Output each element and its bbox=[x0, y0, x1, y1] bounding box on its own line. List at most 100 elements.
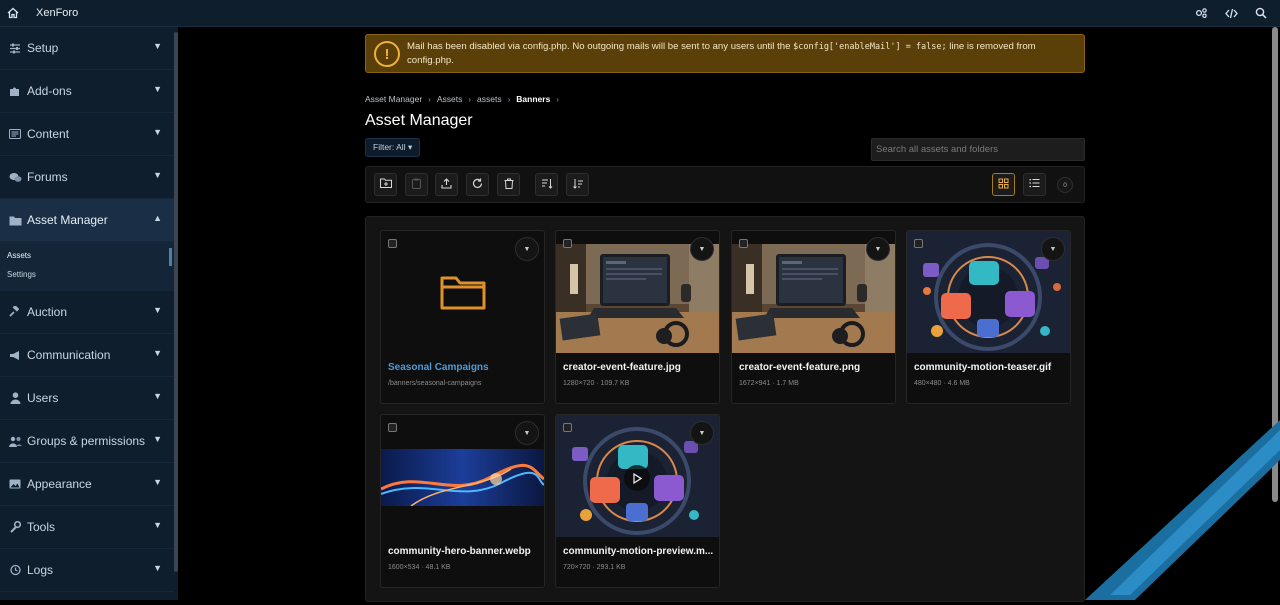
caret-down-icon: ▾ bbox=[407, 142, 413, 152]
card-menu-button[interactable]: ▼ bbox=[690, 421, 714, 445]
asset-name[interactable]: creator-event-feature.png bbox=[739, 362, 860, 373]
sidebar-item-label: Groups & permissions bbox=[27, 434, 146, 448]
asset-name[interactable]: community-hero-banner.webp bbox=[388, 546, 531, 557]
delete-button[interactable] bbox=[497, 173, 520, 196]
chevron-down-icon: ▼ bbox=[153, 477, 162, 487]
breadcrumb: Asset Manager › Assets › assets › Banners › bbox=[365, 94, 1085, 104]
clipboard-icon bbox=[412, 178, 421, 192]
chevron-right-icon: › bbox=[428, 94, 431, 104]
sort-name-button[interactable] bbox=[535, 173, 558, 196]
sidebar-item-asset-manager[interactable]: Asset Manager ▲ bbox=[0, 199, 174, 242]
asset-meta: /banners/seasonal-campaigns bbox=[388, 380, 482, 387]
asset-meta: 720×720 · 293.1 KB bbox=[563, 564, 626, 571]
chevron-down-icon: ▼ bbox=[153, 563, 162, 573]
chevron-down-icon: ▼ bbox=[153, 305, 162, 315]
main-content: ! Mail has been disabled via config.php.… bbox=[365, 27, 1085, 602]
sidebar-item-tools[interactable]: Tools ▼ bbox=[0, 506, 174, 549]
paste-button[interactable] bbox=[405, 173, 428, 196]
asset-name[interactable]: community-motion-preview.m... bbox=[563, 546, 713, 557]
sidebar-item-users[interactable]: Users ▼ bbox=[0, 377, 174, 420]
asset-card-image[interactable]: ▼ bbox=[731, 230, 896, 404]
card-menu-button[interactable]: ▼ bbox=[690, 237, 714, 261]
card-menu-button[interactable]: ▼ bbox=[1041, 237, 1065, 261]
page-scrollbar[interactable] bbox=[1272, 27, 1278, 502]
sidebar: Setup ▼ Add-ons ▼ Content ▼ Forums ▼ Ass… bbox=[0, 27, 178, 600]
sidebar-scrollbar[interactable] bbox=[174, 32, 178, 572]
play-icon[interactable] bbox=[624, 465, 650, 491]
filter-dropdown[interactable]: Filter: All ▾ bbox=[365, 138, 421, 157]
sidebar-item-setup[interactable]: Setup ▼ bbox=[0, 27, 174, 70]
sidebar-item-appearance[interactable]: Appearance ▼ bbox=[0, 463, 174, 506]
chevron-down-icon: ▼ bbox=[153, 84, 162, 94]
sidebar-item-groups-permissions[interactable]: Groups & permissions ▼ bbox=[0, 420, 174, 463]
upload-button[interactable] bbox=[435, 173, 458, 196]
folder-plus-icon bbox=[379, 178, 392, 191]
asset-name[interactable]: community-motion-teaser.gif bbox=[914, 362, 1051, 373]
page-title: Asset Manager bbox=[365, 112, 473, 129]
breadcrumb-item[interactable]: Assets bbox=[437, 94, 463, 104]
asset-card-folder[interactable]: ▼ Seasonal Campaigns /banners/seasonal-c… bbox=[380, 230, 545, 404]
select-checkbox[interactable] bbox=[914, 239, 923, 248]
image-thumbnail bbox=[381, 449, 544, 506]
asset-name[interactable]: Seasonal Campaigns bbox=[388, 362, 489, 373]
select-checkbox[interactable] bbox=[388, 423, 397, 432]
card-menu-button[interactable]: ▼ bbox=[515, 237, 539, 261]
search-input[interactable] bbox=[871, 138, 1085, 161]
grid-view-button[interactable] bbox=[992, 173, 1015, 196]
puzzle-icon bbox=[8, 84, 22, 98]
sidebar-item-logs[interactable]: Logs ▼ bbox=[0, 549, 174, 592]
history-icon bbox=[8, 563, 22, 577]
card-menu-button[interactable]: ▼ bbox=[515, 421, 539, 445]
sort-descending-icon bbox=[572, 178, 584, 192]
chevron-right-icon: › bbox=[556, 94, 559, 104]
brand-title[interactable]: XenForo bbox=[36, 7, 78, 19]
code-icon[interactable] bbox=[1220, 2, 1242, 24]
chevron-down-icon: ▼ bbox=[153, 434, 162, 444]
top-bar: XenForo bbox=[0, 0, 1280, 27]
wrench-icon bbox=[8, 520, 22, 534]
chevron-right-icon: › bbox=[468, 94, 472, 104]
sidebar-subitem-settings[interactable]: Settings bbox=[0, 265, 174, 284]
sidebar-item-auction[interactable]: Auction ▼ bbox=[0, 291, 174, 334]
select-checkbox[interactable] bbox=[388, 239, 397, 248]
chevron-up-icon: ▲ bbox=[153, 213, 162, 223]
chevron-down-icon: ▼ bbox=[153, 127, 162, 137]
sidebar-item-content[interactable]: Content ▼ bbox=[0, 113, 174, 156]
select-checkbox[interactable] bbox=[739, 239, 748, 248]
refresh-button[interactable] bbox=[466, 173, 489, 196]
folder-icon bbox=[8, 213, 22, 227]
search-icon[interactable] bbox=[1250, 2, 1272, 24]
sidebar-item-forums[interactable]: Forums ▼ bbox=[0, 156, 174, 199]
gavel-icon bbox=[8, 305, 22, 319]
sidebar-item-label: Content bbox=[27, 127, 70, 141]
settings-icon[interactable] bbox=[1190, 2, 1212, 24]
sidebar-item-add-ons[interactable]: Add-ons ▼ bbox=[0, 70, 174, 113]
sidebar-item-label: Tools bbox=[27, 520, 56, 534]
select-checkbox[interactable] bbox=[563, 423, 572, 432]
list-view-button[interactable] bbox=[1023, 173, 1046, 196]
sidebar-subitem-assets[interactable]: Assets bbox=[0, 246, 174, 265]
sort-order-button[interactable] bbox=[566, 173, 589, 196]
caret-down-icon: ▼ bbox=[698, 429, 706, 437]
asset-card-image[interactable]: ▼ community-motion-teaser.gif 480×480 · … bbox=[906, 230, 1071, 404]
breadcrumb-item[interactable]: Banners bbox=[516, 94, 550, 104]
card-menu-button[interactable]: ▼ bbox=[866, 237, 890, 261]
caret-down-icon: ▼ bbox=[874, 245, 882, 253]
home-icon[interactable] bbox=[0, 0, 26, 27]
sidebar-item-label: Communication bbox=[27, 348, 111, 362]
caret-down-icon: ▼ bbox=[1049, 245, 1057, 253]
image-thumbnail bbox=[556, 244, 719, 353]
asset-card-image[interactable]: ▼ bbox=[555, 230, 720, 404]
select-checkbox[interactable] bbox=[563, 239, 572, 248]
breadcrumb-item[interactable]: Asset Manager bbox=[365, 94, 422, 104]
asset-card-video[interactable]: ▼ community-motion-preview.m... 720×720 … bbox=[555, 414, 720, 588]
sidebar-item-communication[interactable]: Communication ▼ bbox=[0, 334, 174, 377]
sidebar-item-label: Forums bbox=[27, 170, 68, 184]
breadcrumb-item[interactable]: assets bbox=[477, 94, 502, 104]
sliders-icon bbox=[8, 41, 22, 55]
new-folder-button[interactable] bbox=[374, 173, 397, 196]
asset-name[interactable]: creator-event-feature.jpg bbox=[563, 362, 681, 373]
sidebar-item-label: Users bbox=[27, 391, 59, 405]
asset-card-image[interactable]: ▼ community-hero-banner.webp 1600×534 · … bbox=[380, 414, 545, 588]
trash-icon bbox=[504, 178, 514, 192]
